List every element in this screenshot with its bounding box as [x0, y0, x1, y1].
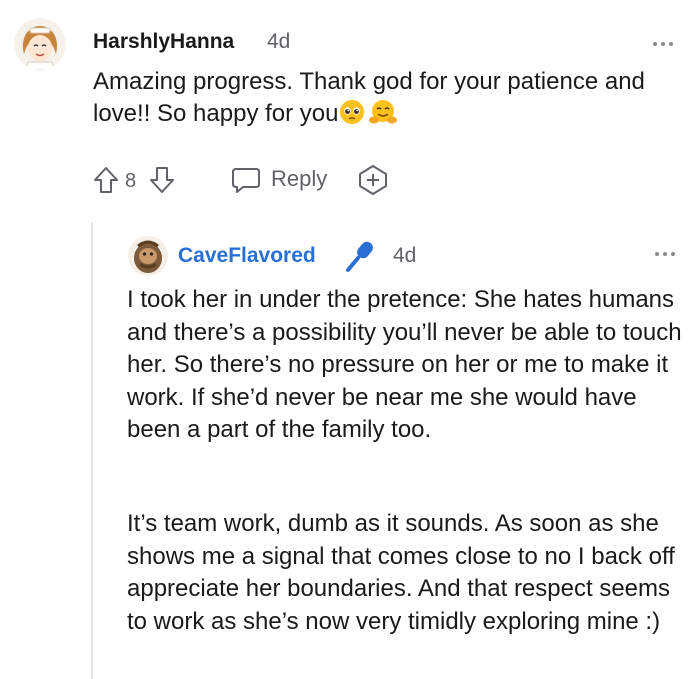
reply-label: Reply — [271, 166, 328, 191]
thread-line[interactable] — [91, 222, 93, 679]
microphone-icon — [346, 241, 373, 272]
comment-timestamp: 4d — [267, 30, 291, 53]
pleading-face-emoji-icon — [340, 100, 365, 124]
user-avatar[interactable] — [128, 236, 168, 276]
comment-paragraph: It’s team work, dumb as it sounds. As so… — [127, 510, 675, 635]
more-options-button[interactable] — [645, 244, 685, 264]
comment-timestamp: 4d — [393, 244, 417, 267]
chat-bubble-icon — [232, 168, 260, 193]
comment-body: Amazing progress. Thank god for your pat… — [93, 66, 683, 130]
comment-action-bar: 8 Reply — [93, 160, 513, 200]
comment-username[interactable]: CaveFlavored — [178, 244, 316, 268]
avatar-caveman-icon — [128, 236, 168, 276]
comment-harshlyhanna: HarshlyHanna 4d Amazing progress. Thank … — [0, 0, 700, 215]
upvote-arrow-icon — [94, 167, 118, 193]
reply-button[interactable]: Reply — [231, 160, 341, 200]
more-options-button[interactable] — [643, 34, 683, 54]
downvote-arrow-icon — [150, 167, 174, 193]
award-button[interactable] — [356, 160, 390, 200]
user-avatar[interactable] — [14, 18, 66, 70]
avatar-girl-icon — [14, 18, 66, 70]
comment-caveflavored: CaveFlavored 4d I took her in under the … — [100, 222, 700, 679]
downvote-button[interactable] — [149, 160, 175, 200]
vote-count: 8 — [125, 170, 137, 192]
upvote-button[interactable] — [93, 160, 119, 200]
award-plus-icon — [359, 165, 387, 195]
comment-paragraph: I took her in under the pretence: She ha… — [127, 286, 682, 443]
hugging-face-emoji-icon — [369, 100, 398, 124]
comment-username[interactable]: HarshlyHanna — [93, 30, 234, 54]
